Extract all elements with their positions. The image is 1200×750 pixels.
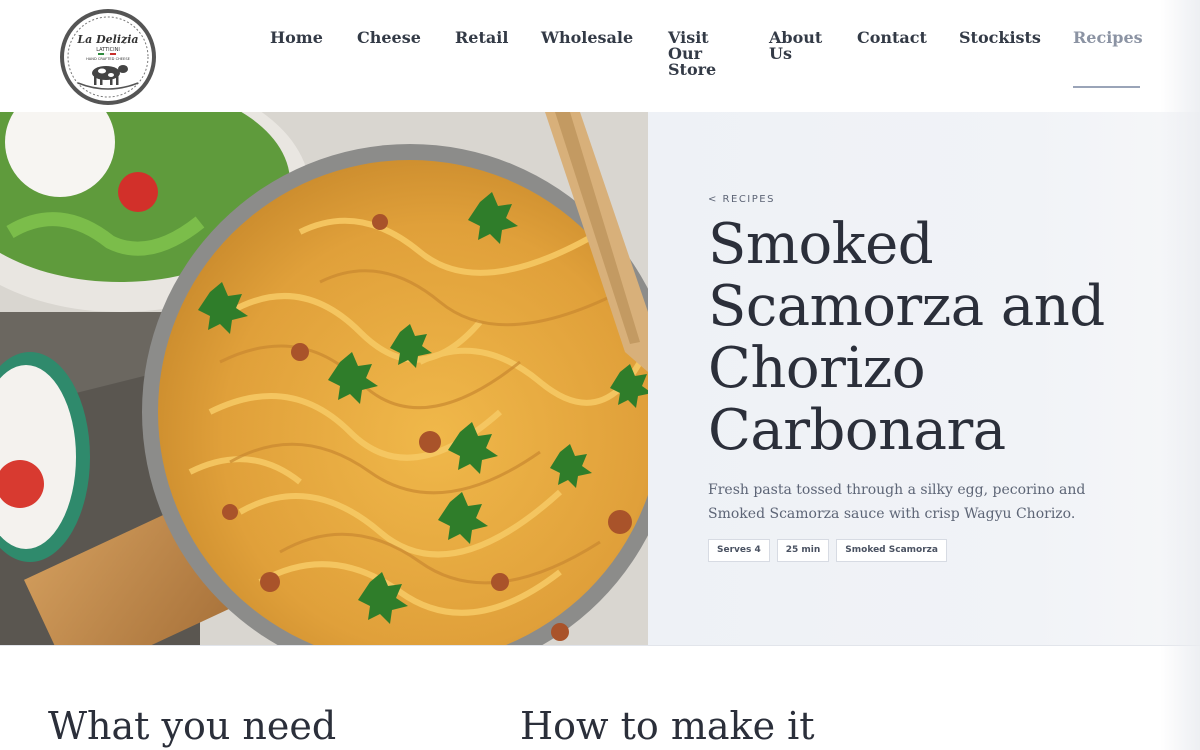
hero-image [0, 112, 648, 645]
nav-retail[interactable]: Retail [455, 30, 508, 46]
logo-tagline: HAND CRAFTED CHEESE [86, 57, 130, 61]
recipe-title: Smoked Scamorza and Chorizo Carbonara [708, 212, 1105, 463]
breadcrumb-recipes-link[interactable]: < RECIPES [708, 194, 775, 205]
ingredients-heading: What you need [48, 704, 337, 748]
logo-brand-text: La Delizia [76, 33, 138, 46]
tag-time: 25 min [776, 539, 830, 562]
recipe-tags: Serves 4 25 min Smoked Scamorza [708, 539, 947, 562]
nav-home[interactable]: Home [270, 30, 323, 46]
section-divider [0, 645, 1200, 646]
method-heading: How to make it [520, 704, 815, 748]
site-header: La Delizia LATTICINI HAND CRAFTED CHEESE [0, 0, 1200, 113]
nav-wholesale[interactable]: Wholesale [541, 30, 633, 46]
tag-serves: Serves 4 [708, 539, 770, 562]
nav-stockists[interactable]: Stockists [959, 30, 1041, 46]
tag-cheese: Smoked Scamorza [836, 539, 947, 562]
recipe-description: Fresh pasta tossed through a silky egg, … [708, 482, 1086, 522]
nav-visit-our-store[interactable]: Visit Our Store [668, 30, 724, 78]
brand-logo[interactable]: La Delizia LATTICINI HAND CRAFTED CHEESE [60, 9, 156, 105]
nav-active-indicator [1073, 86, 1140, 88]
nav-recipes[interactable]: Recipes [1073, 30, 1143, 46]
logo-sub-text: LATTICINI [96, 47, 120, 53]
nav-contact[interactable]: Contact [857, 30, 927, 46]
nav-cheese[interactable]: Cheese [357, 30, 421, 46]
nav-about-us[interactable]: About Us [769, 30, 829, 62]
